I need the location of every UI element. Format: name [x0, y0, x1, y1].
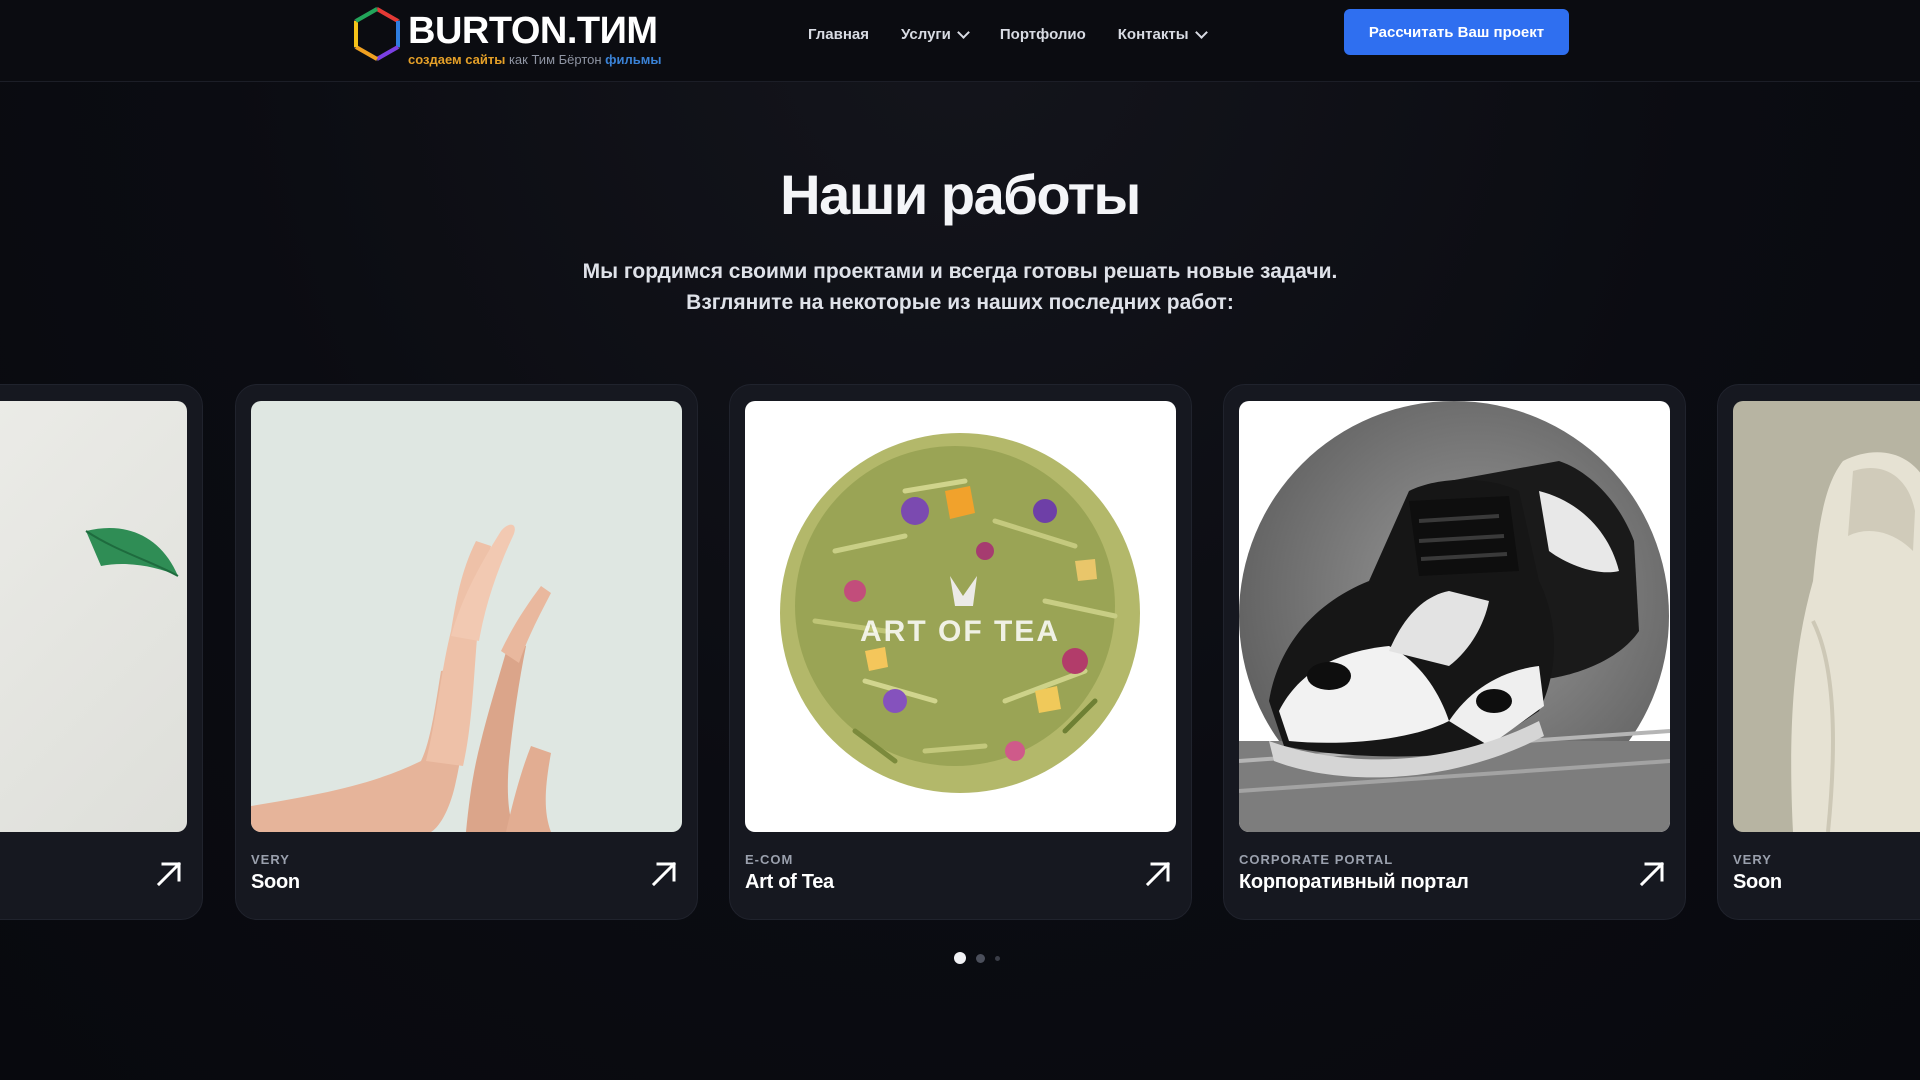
card-title: Корпоративный портал	[1239, 871, 1469, 893]
logo[interactable]: BURTON.ТИМ создаем сайты как Тим Бёртон …	[352, 6, 672, 72]
card-image-leaf	[0, 401, 187, 832]
portfolio-card[interactable]: VERY Soon	[1717, 384, 1920, 920]
section-subtitle: Мы гордимся своими проектами и всегда го…	[0, 256, 1920, 318]
subtitle-line-1: Мы гордимся своими проектами и всегда го…	[582, 260, 1338, 283]
card-image-sneakers	[1239, 401, 1670, 832]
pagination-dot[interactable]	[976, 953, 985, 963]
nav-item-home[interactable]: Главная	[808, 26, 869, 43]
chevron-down-icon	[957, 26, 970, 39]
pagination-dot[interactable]	[995, 955, 1000, 961]
site-header: BURTON.ТИМ создаем сайты как Тим Бёртон …	[0, 0, 1920, 82]
card-category: E-COM	[745, 852, 794, 867]
arrow-up-right-icon[interactable]	[649, 859, 679, 889]
card-image-tea: ART OF TEA	[745, 401, 1176, 832]
subtitle-line-2: Взгляните на некоторые из наших последни…	[686, 291, 1234, 314]
main-nav: Главная Услуги Портфолио Контакты	[808, 26, 1208, 43]
pagination-dot-active[interactable]	[954, 952, 966, 964]
nav-item-label: Услуги	[901, 26, 951, 43]
calculate-project-button[interactable]: Рассчитать Ваш проект	[1344, 9, 1569, 55]
portfolio-card[interactable]	[0, 384, 203, 920]
nav-item-contacts[interactable]: Контакты	[1117, 26, 1208, 43]
portfolio-card[interactable]: ART OF TEA E-COM Art of Tea	[729, 384, 1192, 920]
portfolio-carousel[interactable]: VERY Soon ART OF TEA E-COM Art of Tea CO…	[0, 384, 1920, 920]
logo-tagline-part1: создаем сайты	[408, 52, 506, 67]
portfolio-card[interactable]: VERY Soon	[235, 384, 698, 920]
card-image-hands	[251, 401, 682, 832]
card-category: VERY	[251, 852, 290, 867]
nav-item-portfolio[interactable]: Портфолио	[1000, 26, 1086, 43]
nav-item-label: Контакты	[1117, 26, 1189, 43]
arrow-up-right-icon[interactable]	[1637, 859, 1667, 889]
section-title: Наши работы	[780, 163, 1141, 226]
logo-tagline-part2: как Тим Бёртон	[508, 52, 602, 67]
logo-tagline: создаем сайты как Тим Бёртон фильмы	[408, 52, 662, 67]
nav-item-label: Главная	[808, 26, 870, 43]
card-category: CORPORATE PORTAL	[1239, 852, 1394, 867]
card-title: Soon	[251, 871, 300, 893]
logo-title: BURTON.ТИМ	[408, 10, 658, 52]
portfolio-card[interactable]: CORPORATE PORTAL Корпоративный портал	[1223, 384, 1686, 920]
carousel-pagination	[954, 952, 1000, 964]
page: BURTON.ТИМ создаем сайты как Тим Бёртон …	[0, 0, 1920, 1080]
arrow-up-right-icon[interactable]	[1143, 859, 1173, 889]
card-image-hoodie	[1733, 401, 1920, 832]
svg-text:ART OF TEA: ART OF TEA	[860, 615, 1060, 648]
arrow-up-right-icon[interactable]	[154, 859, 184, 889]
logo-tagline-part3: фильмы	[605, 52, 662, 67]
chevron-down-icon	[1194, 26, 1208, 39]
nav-item-label: Портфолио	[999, 26, 1086, 43]
card-category: VERY	[1733, 852, 1772, 867]
card-title: Art of Tea	[745, 871, 834, 893]
card-title: Soon	[1733, 871, 1782, 893]
nav-item-services[interactable]: Услуги	[901, 26, 970, 43]
hexagon-logo-icon	[354, 6, 400, 62]
